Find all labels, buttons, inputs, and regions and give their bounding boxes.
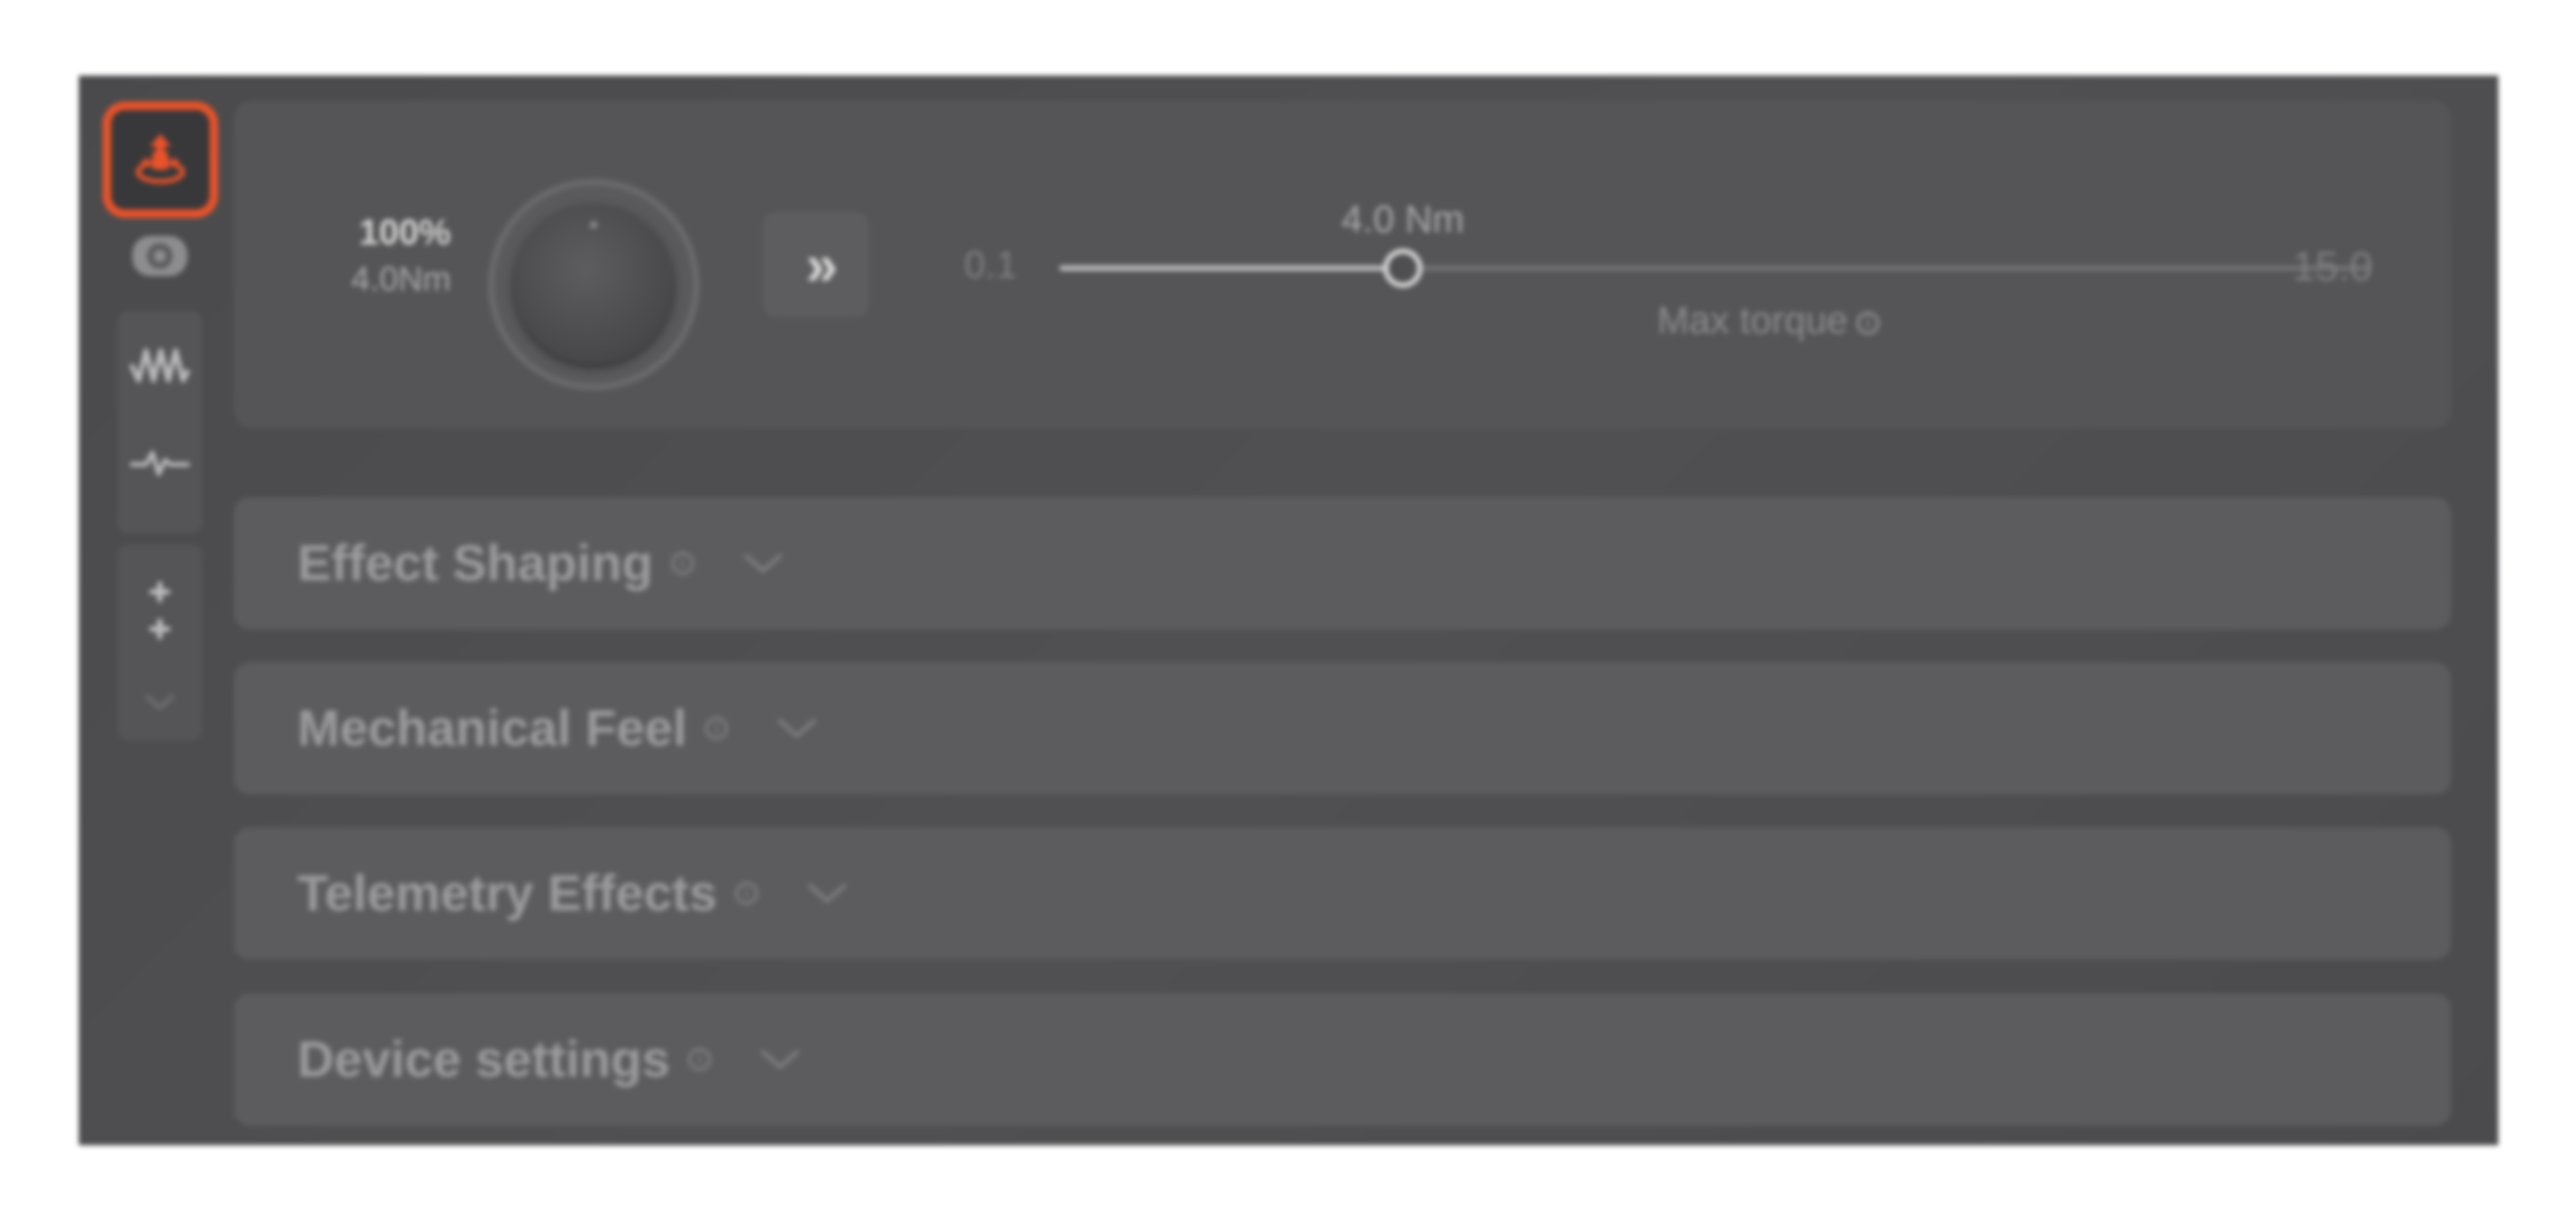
fast-forward-icon: » xyxy=(805,232,838,297)
info-icon[interactable]: i xyxy=(1856,311,1880,335)
chevron-down-icon xyxy=(742,552,784,575)
slider-max-label: 15.0 xyxy=(2292,243,2373,289)
boost-button[interactable]: » xyxy=(763,212,869,317)
rail-item-pulse[interactable] xyxy=(110,420,210,505)
knob-face xyxy=(514,205,673,364)
slider-thumb[interactable] xyxy=(1383,249,1422,288)
rail-item-more[interactable] xyxy=(110,558,210,663)
rail-item-wheel[interactable] xyxy=(110,219,210,293)
section-title: Telemetry Effects xyxy=(297,865,718,921)
section-title: Mechanical Feel xyxy=(297,700,687,756)
knob-indicator xyxy=(590,221,597,229)
section-device-settings[interactable]: Device settings i xyxy=(234,993,2451,1126)
info-icon[interactable]: i xyxy=(705,717,729,740)
pulse-icon xyxy=(128,441,192,483)
max-torque-slider[interactable] xyxy=(1059,249,2372,288)
info-icon[interactable]: i xyxy=(735,882,759,905)
chevron-down-icon xyxy=(759,1048,801,1071)
section-title: Device settings xyxy=(297,1031,670,1088)
info-icon[interactable]: i xyxy=(688,1048,712,1071)
wheel-icon xyxy=(128,230,192,282)
slider-value-label: 4.0 Nm xyxy=(1341,198,1465,241)
rail-item-waveform[interactable] xyxy=(110,325,210,409)
section-title: Effect Shaping xyxy=(297,535,654,591)
more-dots-icon xyxy=(144,573,176,647)
section-telemetry-effects[interactable]: Telemetry Effects i xyxy=(234,827,2451,960)
section-mechanical-feel[interactable]: Mechanical Feel i xyxy=(234,662,2451,794)
chevron-down-icon xyxy=(806,882,848,905)
torque-current-nm: 4.0Nm xyxy=(351,260,451,298)
motor-upload-icon xyxy=(131,131,189,189)
section-effect-shaping[interactable]: Effect Shaping i xyxy=(234,497,2451,629)
info-icon[interactable]: i xyxy=(671,552,695,575)
torque-percent: 100% xyxy=(359,212,451,252)
slider-min-label: 0.1 xyxy=(964,244,1018,286)
waveform-icon xyxy=(128,343,192,391)
torque-knob[interactable] xyxy=(488,179,700,390)
icon-rail xyxy=(96,92,223,1139)
max-torque-caption-text: Max torque xyxy=(1657,299,1848,342)
chevron-down-icon xyxy=(776,717,818,740)
torque-panel: 100% 4.0Nm » 0.1 4.0 Nm 15.0 Max torque i xyxy=(234,101,2451,428)
slider-fill xyxy=(1059,266,1403,271)
chevron-down-icon xyxy=(141,692,178,713)
wheel-base-settings-window: 100% 4.0Nm » 0.1 4.0 Nm 15.0 Max torque i… xyxy=(80,77,2497,1144)
max-torque-caption: Max torque i xyxy=(1557,299,1980,342)
rail-item-motor[interactable] xyxy=(111,110,210,209)
rail-expand-button[interactable] xyxy=(110,676,210,729)
